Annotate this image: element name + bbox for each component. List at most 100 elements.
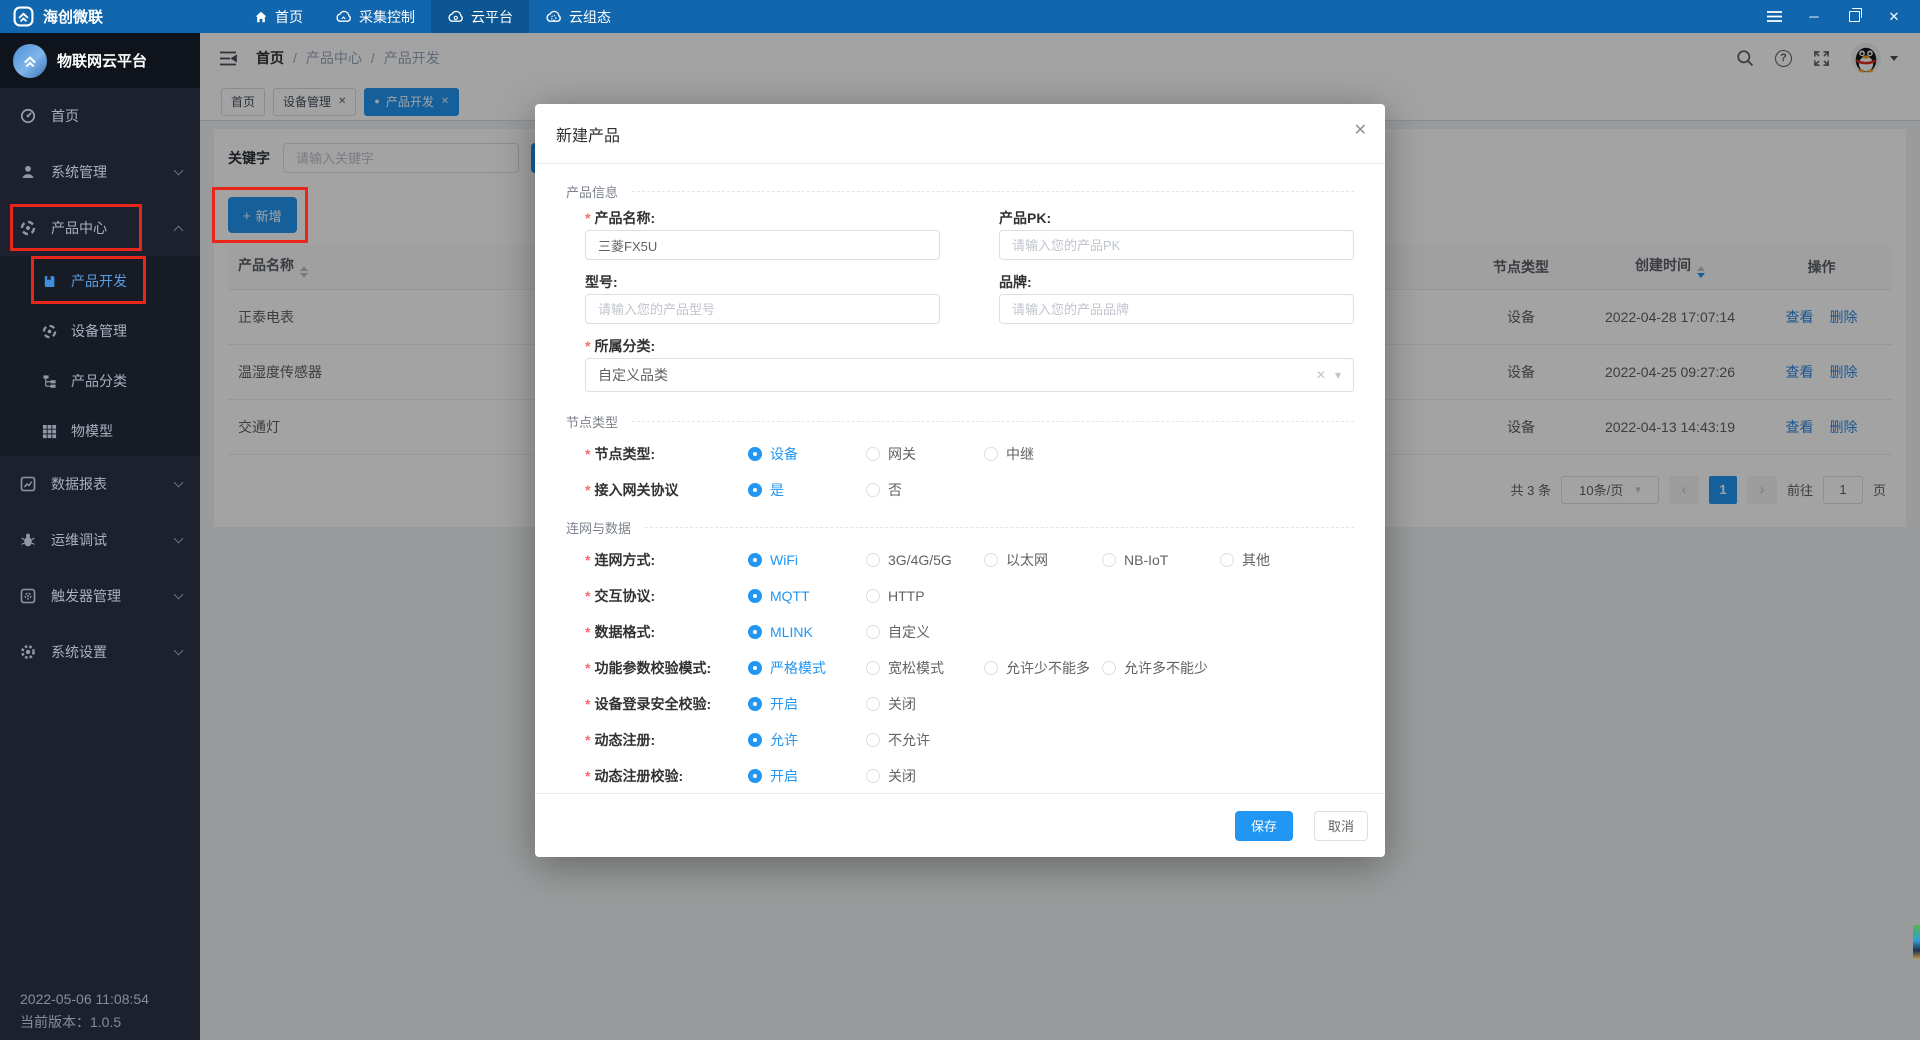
radio-option[interactable]: 严格模式 (748, 658, 866, 678)
topnav-cloud-config[interactable]: 云组态 (529, 0, 627, 33)
radio-option[interactable]: 关闭 (866, 766, 916, 786)
section-divider (632, 420, 1354, 422)
radio-icon (866, 553, 880, 567)
radio-option[interactable]: 开启 (748, 694, 866, 714)
close-window-button[interactable]: ✕ (1886, 9, 1902, 25)
radio-icon (1102, 661, 1116, 675)
radio-option[interactable]: 不允许 (866, 730, 930, 750)
app-brand: 海创微联 (0, 6, 210, 27)
radio-icon (866, 733, 880, 747)
app-titlebar: 海创微联 首页 采集控制 云平台 云组态 ─ ✕ (0, 0, 1920, 33)
form-row-interaction-protocol: * 交互协议: MQTT HTTP (585, 588, 925, 604)
collect-cloud-icon (335, 10, 352, 23)
product-center-submenu: 产品开发 设备管理 产品分类 物模型 (0, 256, 200, 456)
radio-option[interactable]: 其他 (1220, 550, 1270, 570)
radio-option[interactable]: HTTP (866, 588, 925, 604)
device-target-icon (42, 324, 58, 339)
sidebar-item-trigger-management[interactable]: 触发器管理 (0, 568, 200, 624)
radio-option[interactable]: MQTT (748, 588, 866, 604)
sidebar-item-system-management[interactable]: 系统管理 (0, 144, 200, 200)
form-field-product-name: * 产品名称: (585, 206, 940, 260)
notebook-icon (42, 274, 58, 289)
radio-icon (748, 769, 762, 783)
dialog-footer: 保存 取消 (535, 793, 1385, 857)
radio-option[interactable]: 否 (866, 480, 902, 500)
app-menu-icon[interactable] (1766, 9, 1782, 25)
save-button[interactable]: 保存 (1234, 810, 1293, 841)
dashboard-icon (20, 108, 37, 124)
radio-option[interactable]: 自定义 (866, 622, 930, 642)
home-icon (254, 10, 268, 24)
radio-option[interactable]: WiFi (748, 552, 866, 568)
topnav-home[interactable]: 首页 (238, 0, 319, 33)
category-select[interactable]: 自定义品类 ✕ ▾ (585, 358, 1354, 392)
model-input[interactable] (585, 294, 940, 324)
radio-option[interactable]: 中继 (984, 444, 1034, 464)
topnav-cloud-platform[interactable]: 云平台 (431, 0, 529, 33)
radio-option[interactable]: 是 (748, 480, 866, 500)
form-row-param-validation-mode: * 功能参数校验模式: 严格模式 宽松模式 允许少不能多 允许多不能少 (585, 658, 1208, 678)
radio-option[interactable]: 允许多不能少 (1102, 658, 1208, 678)
sidebar-item-ops-debug[interactable]: 运维调试 (0, 512, 200, 568)
form-field-product-pk: 产品PK: (999, 206, 1354, 260)
chevron-down-icon[interactable]: ▾ (1335, 368, 1341, 382)
gear-icon (20, 644, 37, 660)
product-name-input[interactable] (585, 230, 940, 260)
radio-option[interactable]: 宽松模式 (866, 658, 984, 678)
radio-option[interactable]: 以太网 (984, 550, 1102, 570)
radio-option[interactable]: 允许少不能多 (984, 658, 1102, 678)
radio-option[interactable]: NB-IoT (1102, 552, 1220, 568)
radio-icon (748, 733, 762, 747)
radio-icon (866, 697, 880, 711)
radio-icon (866, 589, 880, 603)
clear-icon[interactable]: ✕ (1316, 368, 1326, 382)
radio-icon (1220, 553, 1234, 567)
sidebar-menu: 首页 系统管理 产品中心 产品开发 设备管理 产品分类 物模型 数据报表 运维调… (0, 88, 200, 680)
form-row-node-type: * 节点类型: 设备 网关 中继 (585, 444, 1034, 464)
sidebar-item-data-reports[interactable]: 数据报表 (0, 456, 200, 512)
category-tree-icon (42, 374, 58, 389)
sidebar-item-home[interactable]: 首页 (0, 88, 200, 144)
window-controls: ─ ✕ (1766, 8, 1920, 25)
chevron-down-icon (173, 645, 184, 656)
sidebar-item-system-settings[interactable]: 系统设置 (0, 624, 200, 680)
radio-icon (748, 589, 762, 603)
form-row-dynamic-registration-check: * 动态注册校验: 开启 关闭 (585, 766, 916, 786)
form-field-brand: 品牌: (999, 270, 1354, 324)
topnav-collect-control[interactable]: 采集控制 (319, 0, 431, 33)
brand-input[interactable] (999, 294, 1354, 324)
sidebar-item-product-center[interactable]: 产品中心 (0, 200, 200, 256)
cloud-config-icon (545, 10, 562, 23)
radio-option[interactable]: 3G/4G/5G (866, 552, 984, 568)
close-dialog-icon[interactable]: ✕ (1354, 120, 1367, 140)
sidebar-item-device-management[interactable]: 设备管理 (0, 306, 200, 356)
sidebar-item-thing-model[interactable]: 物模型 (0, 406, 200, 456)
section-divider (645, 526, 1354, 528)
app-logo-icon (13, 6, 34, 27)
cancel-button[interactable]: 取消 (1313, 810, 1368, 841)
sidebar-item-product-development[interactable]: 产品开发 (0, 256, 200, 306)
maximize-button[interactable] (1846, 8, 1862, 25)
radio-icon (866, 661, 880, 675)
radio-option[interactable]: 开启 (748, 766, 866, 786)
sidebar-item-product-category[interactable]: 产品分类 (0, 356, 200, 406)
radio-option[interactable]: MLINK (748, 624, 866, 640)
version-label: 当前版本：1.0.5 (20, 1014, 122, 1030)
grid-icon (42, 424, 58, 439)
radio-option[interactable]: 网关 (866, 444, 984, 464)
radio-icon (748, 483, 762, 497)
radio-icon (748, 661, 762, 675)
current-time: 2022-05-06 11:08:54 (20, 991, 149, 1007)
radio-option[interactable]: 关闭 (866, 694, 916, 714)
sidebar-footer: 2022-05-06 11:08:54 当前版本：1.0.5 (20, 988, 149, 1034)
platform-logo-icon (13, 43, 47, 78)
sidebar-logo: 物联网云平台 (0, 33, 200, 88)
minimize-button[interactable]: ─ (1806, 9, 1822, 25)
product-pk-input[interactable] (999, 230, 1354, 260)
radio-option[interactable]: 设备 (748, 444, 866, 464)
radio-option[interactable]: 允许 (748, 730, 866, 750)
product-center-icon (20, 220, 37, 236)
trigger-icon (20, 588, 37, 604)
section-product-info: 产品信息 (566, 176, 1354, 206)
radio-icon (748, 553, 762, 567)
